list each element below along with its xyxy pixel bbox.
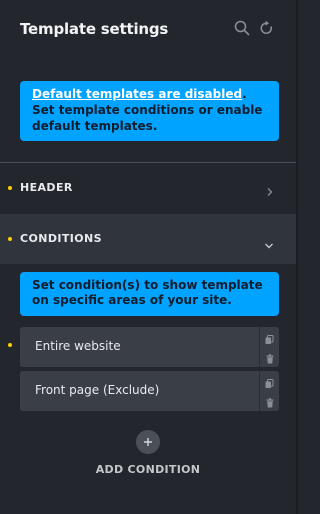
header-actions bbox=[234, 20, 274, 36]
default-templates-link[interactable]: Default templates are disabled bbox=[32, 87, 242, 101]
refresh-icon[interactable] bbox=[260, 20, 274, 36]
panel-title: Template settings bbox=[20, 20, 169, 38]
trash-icon[interactable] bbox=[266, 349, 274, 368]
templates-disabled-alert: Default templates are disabled. Set temp… bbox=[20, 81, 279, 141]
condition-item[interactable]: Entire website bbox=[20, 327, 279, 367]
panel-border bbox=[296, 0, 298, 514]
indicator-dot bbox=[8, 237, 12, 241]
condition-item[interactable]: Front page (Exclude) bbox=[20, 371, 279, 411]
section-header[interactable]: HEADER bbox=[0, 163, 296, 213]
chevron-down-icon bbox=[264, 235, 274, 254]
indicator-dot bbox=[8, 186, 12, 190]
condition-label: Front page (Exclude) bbox=[35, 383, 160, 397]
section-conditions-label: CONDITIONS bbox=[20, 232, 102, 245]
add-condition-label: ADD CONDITION bbox=[95, 463, 201, 476]
section-header-label: HEADER bbox=[20, 181, 73, 194]
section-conditions[interactable]: CONDITIONS bbox=[0, 214, 296, 264]
add-condition-button[interactable]: ADD CONDITION bbox=[0, 430, 296, 476]
conditions-info: Set condition(s) to show template on spe… bbox=[20, 272, 279, 316]
condition-label: Entire website bbox=[35, 339, 121, 353]
condition-actions bbox=[259, 371, 279, 411]
panel-header: Template settings bbox=[0, 0, 298, 60]
trash-icon[interactable] bbox=[266, 393, 274, 412]
indicator-dot bbox=[8, 343, 12, 347]
search-icon[interactable] bbox=[234, 20, 250, 36]
copy-icon[interactable] bbox=[265, 374, 274, 393]
copy-icon[interactable] bbox=[265, 330, 274, 349]
plus-icon[interactable] bbox=[136, 430, 160, 454]
chevron-right-icon bbox=[266, 182, 274, 201]
condition-actions bbox=[259, 327, 279, 367]
